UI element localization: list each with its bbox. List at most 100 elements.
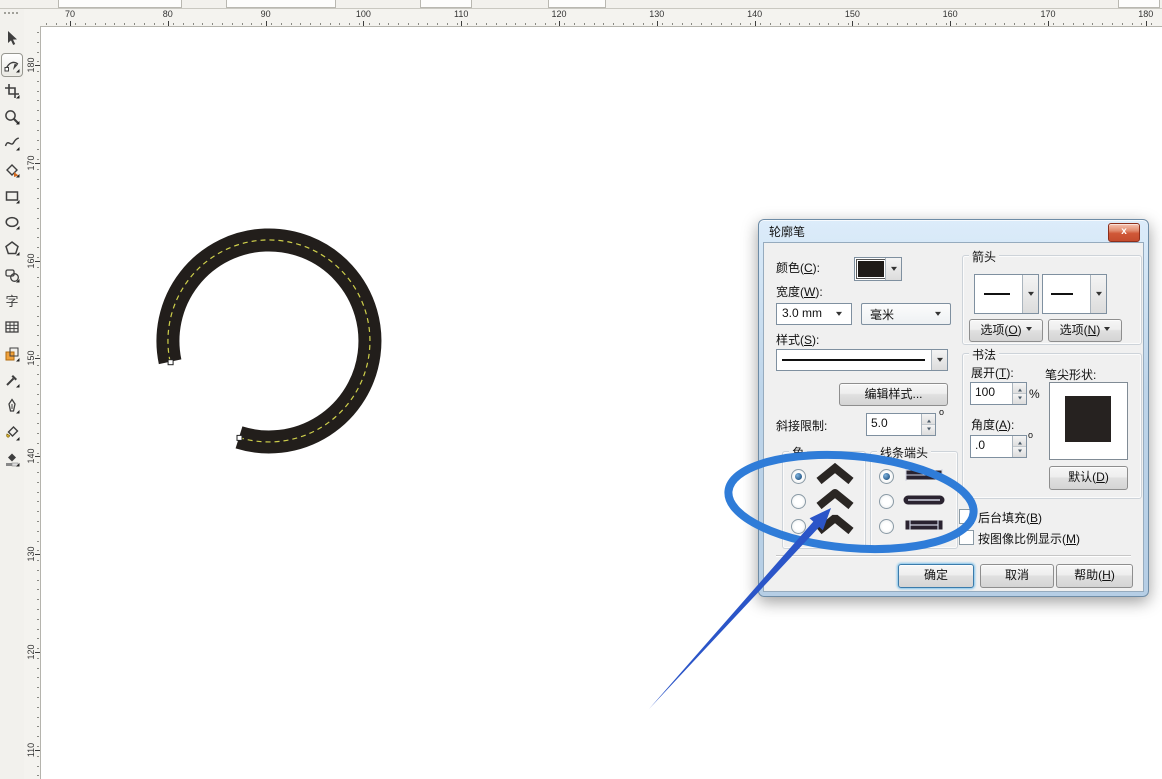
ruler-tick-minor <box>37 355 39 356</box>
style-combo[interactable] <box>776 349 948 371</box>
cancel-button[interactable]: 取消 <box>980 564 1054 588</box>
ruler-tick-minor <box>1151 23 1152 25</box>
ruler-tick-minor <box>37 267 39 268</box>
fill-tool[interactable] <box>2 422 22 444</box>
dialog-body: 颜色(C): 宽度(W): 3.0 mm 毫米 样式(S): 编辑样式... 斜… <box>763 242 1144 592</box>
behind-fill-checkbox[interactable] <box>959 509 974 524</box>
ruler-tick-minor <box>467 23 468 25</box>
interactive-fill-tool[interactable] <box>2 448 22 470</box>
thick-arc-outline[interactable] <box>168 240 370 442</box>
ruler-tick-minor <box>858 23 859 25</box>
default-button[interactable]: 默认(D) <box>1049 466 1128 490</box>
edit-style-button[interactable]: 编辑样式... <box>839 383 948 406</box>
line-style-preview <box>782 359 925 361</box>
ruler-tick-minor <box>897 23 898 25</box>
corner-miter-radio[interactable] <box>791 469 806 484</box>
zoom-tool-icon <box>4 109 20 125</box>
angle-spinner[interactable]: .0 <box>970 435 1027 458</box>
spin-down-button[interactable] <box>1013 446 1026 458</box>
zoom-tool[interactable] <box>2 106 22 128</box>
freehand-tool[interactable] <box>2 132 22 154</box>
ruler-tick-minor <box>1063 23 1064 25</box>
miter-limit-spinner[interactable]: 5.0 <box>866 413 936 436</box>
ruler-tick-major <box>559 21 560 26</box>
options-right-button[interactable]: 选项(N) <box>1048 319 1122 342</box>
outline-pen-tool[interactable] <box>2 395 22 417</box>
caps-group-label: 线条端头 <box>877 444 931 461</box>
ruler-tick-major <box>755 21 756 26</box>
rectangle-tool[interactable] <box>2 185 22 207</box>
ruler-tick-minor <box>1092 23 1093 25</box>
polygon-tool-icon <box>4 240 20 256</box>
eyedropper-tool-icon <box>4 372 20 388</box>
ruler-tick-minor <box>37 766 39 767</box>
path-node-marker[interactable] <box>237 435 242 440</box>
unit-combo[interactable]: 毫米 <box>861 303 951 325</box>
arrow-start-combo[interactable] <box>974 274 1039 314</box>
scale-with-image-label: 按图像比例显示(M) <box>978 530 1080 547</box>
ruler-tick-minor <box>37 247 39 248</box>
ruler-tick-minor <box>594 23 595 25</box>
ruler-tick-minor <box>37 365 39 366</box>
ruler-tick-minor <box>281 23 282 25</box>
ruler-tick-minor <box>37 658 39 659</box>
options-left-button[interactable]: 选项(O) <box>969 319 1043 342</box>
ellipse-tool[interactable] <box>2 211 22 233</box>
ruler-tick-minor <box>564 23 565 25</box>
ruler-label: 120 <box>24 645 38 659</box>
text-tool[interactable]: 字 <box>2 290 22 312</box>
scale-with-image-checkbox[interactable] <box>959 530 974 545</box>
stretch-spinner[interactable]: 100 <box>970 382 1027 405</box>
unit-value: 毫米 <box>870 306 894 323</box>
pick-tool[interactable] <box>2 27 22 49</box>
cap-square-radio[interactable] <box>879 519 894 534</box>
arrow-end-combo[interactable] <box>1042 274 1107 314</box>
table-tool[interactable] <box>2 316 22 338</box>
ruler-tick-minor <box>291 23 292 25</box>
degree-symbol: o <box>939 407 944 417</box>
cap-butt-radio[interactable] <box>879 469 894 484</box>
ruler-tick-minor <box>1053 23 1054 25</box>
ruler-tick-minor <box>37 521 39 522</box>
help-button[interactable]: 帮助(H) <box>1056 564 1133 588</box>
horizontal-ruler[interactable]: 708090100110120130140150160170180 <box>24 9 1162 27</box>
eyedropper-tool[interactable] <box>2 369 22 391</box>
ruler-tick-minor <box>525 23 526 25</box>
color-dropdown-button[interactable] <box>885 258 901 280</box>
nib-preview-box[interactable] <box>1049 382 1128 460</box>
width-combo[interactable]: 3.0 mm <box>776 303 852 325</box>
arrow-start-dropdown-button[interactable] <box>1022 275 1038 313</box>
spin-down-button[interactable] <box>1013 393 1026 405</box>
ruler-tick-minor <box>956 23 957 25</box>
ok-button[interactable]: 确定 <box>898 564 974 588</box>
propbar-remnant <box>226 0 336 8</box>
smart-fill-tool[interactable] <box>2 159 22 181</box>
basic-shapes-tool[interactable] <box>2 264 22 286</box>
close-button[interactable]: x <box>1108 223 1140 242</box>
path-node-marker[interactable] <box>168 360 173 365</box>
shape-tool[interactable] <box>1 53 23 77</box>
ruler-tick-minor <box>37 384 39 385</box>
corner-bevel-radio[interactable] <box>791 519 806 534</box>
blend-tool-icon <box>4 346 20 362</box>
ruler-tick-minor <box>232 23 233 25</box>
spin-down-button[interactable] <box>922 424 935 436</box>
propbar-remnant <box>1118 0 1160 8</box>
ruler-tick-minor <box>574 23 575 25</box>
cap-round-radio[interactable] <box>879 494 894 509</box>
ruler-tick-minor <box>1014 23 1015 25</box>
polygon-tool[interactable] <box>2 237 22 259</box>
style-dropdown-button[interactable] <box>931 350 947 370</box>
color-picker[interactable] <box>854 257 902 281</box>
crop-tool[interactable] <box>2 80 22 102</box>
arrow-end-dropdown-button[interactable] <box>1090 275 1106 313</box>
corner-round-radio[interactable] <box>791 494 806 509</box>
angle-label: 角度(A): <box>971 416 1014 433</box>
ruler-tick-minor <box>848 23 849 25</box>
vertical-ruler[interactable]: 180170160150140130120110 <box>24 26 41 779</box>
ruler-tick-minor <box>37 638 39 639</box>
chevron-down-icon <box>1096 292 1102 299</box>
blend-tool[interactable] <box>2 343 22 365</box>
ruler-tick-minor <box>37 726 39 727</box>
ruler-tick-minor <box>408 23 409 25</box>
